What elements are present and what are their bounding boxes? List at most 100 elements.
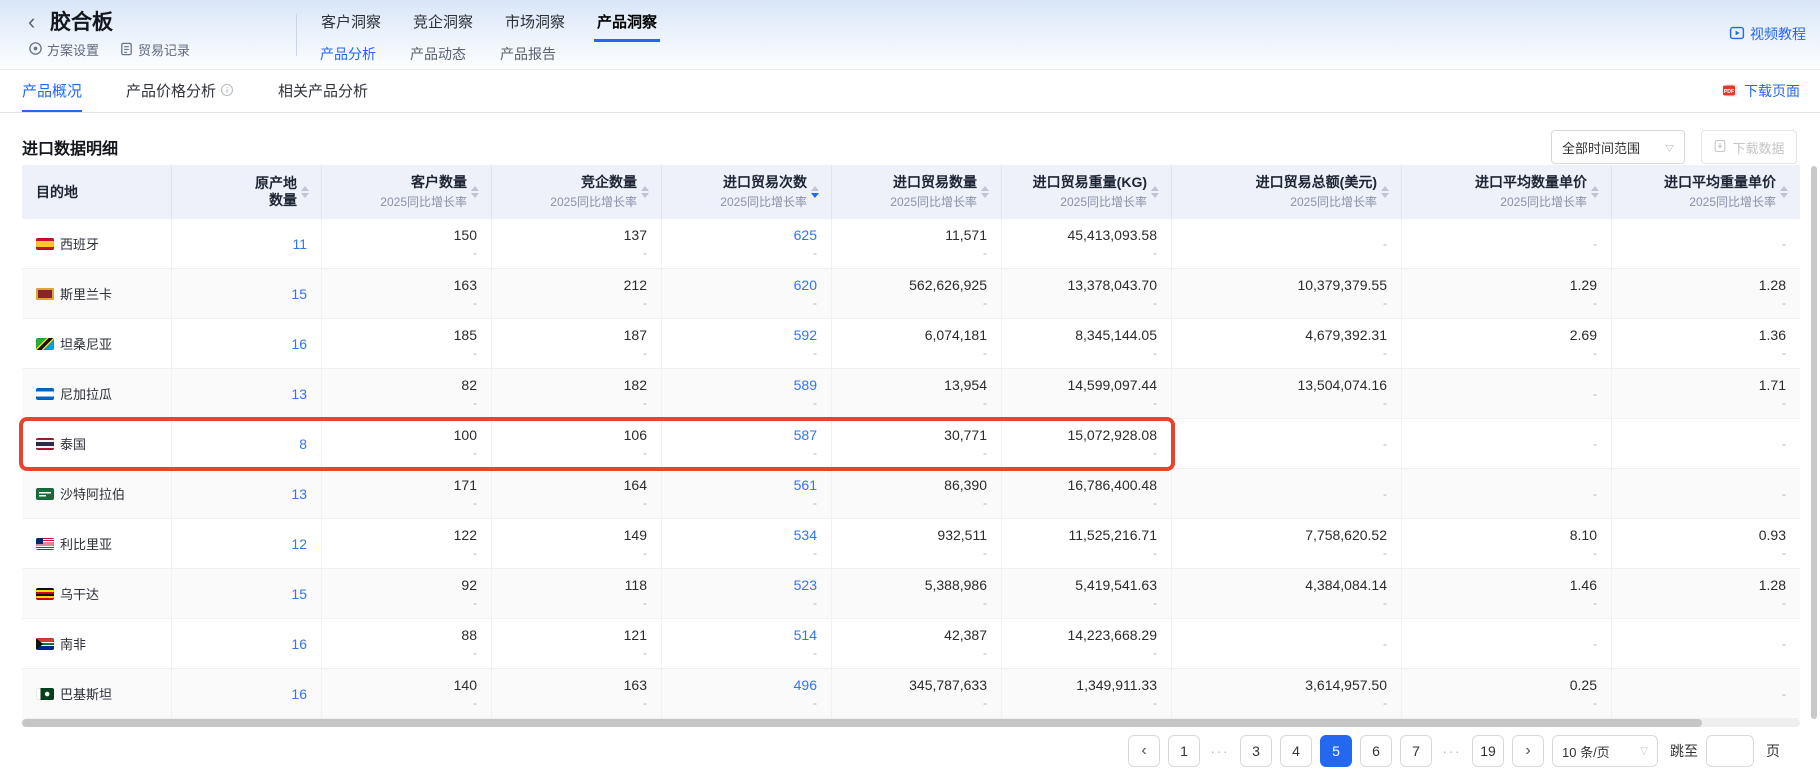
horizontal-scrollbar-thumb[interactable] — [22, 719, 1702, 727]
sort-icons[interactable] — [981, 186, 989, 198]
back-button[interactable]: ‹ — [28, 8, 35, 36]
sort-icons[interactable] — [1381, 186, 1389, 198]
value-link[interactable]: 620 — [794, 277, 817, 293]
value-link[interactable]: 16 — [291, 336, 307, 352]
sort-icons[interactable] — [471, 186, 479, 198]
page-button-4[interactable]: 4 — [1280, 735, 1312, 767]
value-link[interactable]: 11 — [292, 236, 307, 252]
page-button-7[interactable]: 7 — [1400, 735, 1432, 767]
column-header[interactable]: 原产地 数量 — [172, 165, 322, 219]
value-link[interactable]: 589 — [794, 377, 817, 393]
column-header[interactable]: 进口贸易总额(美元)2025同比增长率 — [1172, 165, 1402, 219]
sort-desc-icon[interactable] — [1780, 193, 1788, 198]
page-button-3[interactable]: 3 — [1240, 735, 1272, 767]
ellipsis-pages[interactable]: ··· — [1440, 744, 1464, 759]
value-link[interactable]: 13 — [291, 386, 307, 402]
dest-cell[interactable]: 利比里亚 — [22, 519, 172, 568]
sort-desc-icon[interactable] — [641, 193, 649, 198]
sort-icons[interactable] — [1780, 186, 1788, 198]
value-link[interactable]: 13 — [291, 486, 307, 502]
page-size-select[interactable]: 10 条/页▽ — [1552, 735, 1658, 767]
value-link[interactable]: 523 — [794, 577, 817, 593]
dest-cell[interactable]: 南非 — [22, 619, 172, 668]
sort-asc-icon[interactable] — [981, 186, 989, 191]
vertical-scrollbar[interactable] — [1811, 166, 1817, 719]
value-link[interactable]: 534 — [794, 527, 817, 543]
sort-asc-icon[interactable] — [641, 186, 649, 191]
prev-page-button[interactable]: ‹ — [1128, 735, 1160, 767]
column-header[interactable]: 进口平均数量单价2025同比增长率 — [1402, 165, 1612, 219]
dest-cell[interactable]: 西班牙 — [22, 219, 172, 268]
sort-asc-icon[interactable] — [1381, 186, 1389, 191]
value-link[interactable]: 625 — [794, 227, 817, 243]
sort-icons[interactable] — [1151, 186, 1159, 198]
value-link[interactable]: 16 — [291, 636, 307, 652]
download-data-button[interactable]: 下载数据 — [1701, 130, 1797, 164]
info-icon[interactable] — [220, 83, 234, 97]
sort-desc-icon[interactable] — [811, 193, 819, 198]
value-link[interactable]: 12 — [291, 536, 307, 552]
horizontal-scrollbar[interactable] — [22, 719, 1800, 727]
main-tab-2[interactable]: 竞企洞察 — [410, 0, 476, 42]
value-link[interactable]: 561 — [794, 477, 817, 493]
sort-desc-icon[interactable] — [981, 193, 989, 198]
column-header[interactable]: 进口贸易次数2025同比增长率 — [662, 165, 832, 219]
section-tab-1[interactable]: 产品概况 — [22, 70, 82, 112]
column-growth-sublabel: 2025同比增长率 — [1664, 193, 1776, 210]
dest-cell[interactable]: 巴基斯坦 — [22, 669, 172, 718]
dest-cell[interactable]: 沙特阿拉伯 — [22, 469, 172, 518]
sort-icons[interactable] — [811, 186, 819, 198]
sort-desc-icon[interactable] — [301, 193, 309, 198]
sort-asc-icon[interactable] — [811, 186, 819, 191]
sort-asc-icon[interactable] — [1151, 186, 1159, 191]
column-header[interactable]: 进口平均重量单价2025同比增长率 — [1612, 165, 1800, 219]
page-button-1[interactable]: 1 — [1168, 735, 1200, 767]
main-tab-1[interactable]: 客户洞察 — [318, 0, 384, 42]
dest-cell[interactable]: 坦桑尼亚 — [22, 319, 172, 368]
dest-cell[interactable]: 泰国 — [22, 419, 172, 468]
value-link[interactable]: 496 — [794, 677, 817, 693]
value-link[interactable]: 514 — [794, 627, 817, 643]
sort-desc-icon[interactable] — [1381, 193, 1389, 198]
column-header[interactable]: 进口贸易数量2025同比增长率 — [832, 165, 1002, 219]
value-cell: 12 — [172, 519, 322, 568]
quick-link-target[interactable]: 方案设置 — [28, 40, 99, 59]
value-link[interactable]: 15 — [291, 286, 307, 302]
column-header[interactable]: 竞企数量2025同比增长率 — [492, 165, 662, 219]
sort-desc-icon[interactable] — [471, 193, 479, 198]
section-tab-3[interactable]: 相关产品分析 — [278, 70, 368, 112]
download-page-link[interactable]: PDF 下载页面 — [1722, 70, 1800, 112]
sort-asc-icon[interactable] — [471, 186, 479, 191]
ellipsis-pages[interactable]: ··· — [1208, 744, 1232, 759]
next-page-button[interactable]: › — [1512, 735, 1544, 767]
sort-desc-icon[interactable] — [1151, 193, 1159, 198]
value-link[interactable]: 587 — [794, 427, 817, 443]
video-tutorial-link[interactable]: 视频教程 — [1729, 24, 1806, 44]
main-tab-4[interactable]: 产品洞察 — [594, 0, 660, 42]
sort-desc-icon[interactable] — [1591, 193, 1599, 198]
value-link[interactable]: 8 — [299, 436, 307, 452]
sort-icons[interactable] — [1591, 186, 1599, 198]
section-tab-2[interactable]: 产品价格分析 — [126, 70, 234, 112]
value-link[interactable]: 15 — [291, 586, 307, 602]
dest-cell[interactable]: 尼加拉瓜 — [22, 369, 172, 418]
sort-asc-icon[interactable] — [301, 186, 309, 191]
column-header[interactable]: 进口贸易重量(KG)2025同比增长率 — [1002, 165, 1172, 219]
sort-icons[interactable] — [301, 186, 309, 198]
page-button-5[interactable]: 5 — [1320, 735, 1352, 767]
sort-asc-icon[interactable] — [1591, 186, 1599, 191]
sort-icons[interactable] — [641, 186, 649, 198]
sort-asc-icon[interactable] — [1780, 186, 1788, 191]
page-button-19[interactable]: 19 — [1472, 735, 1504, 767]
time-range-select[interactable]: 全部时间范围 ▽ — [1551, 130, 1685, 164]
quick-link-clipboard[interactable]: 贸易记录 — [119, 40, 190, 59]
dest-cell[interactable]: 乌干达 — [22, 569, 172, 618]
value-cell: 589- — [662, 369, 832, 418]
jump-page-input[interactable] — [1706, 735, 1754, 767]
value-link[interactable]: 16 — [291, 686, 307, 702]
main-tab-3[interactable]: 市场洞察 — [502, 0, 568, 42]
page-button-6[interactable]: 6 — [1360, 735, 1392, 767]
value-link[interactable]: 592 — [794, 327, 817, 343]
dest-cell[interactable]: 斯里兰卡 — [22, 269, 172, 318]
column-header[interactable]: 客户数量2025同比增长率 — [322, 165, 492, 219]
